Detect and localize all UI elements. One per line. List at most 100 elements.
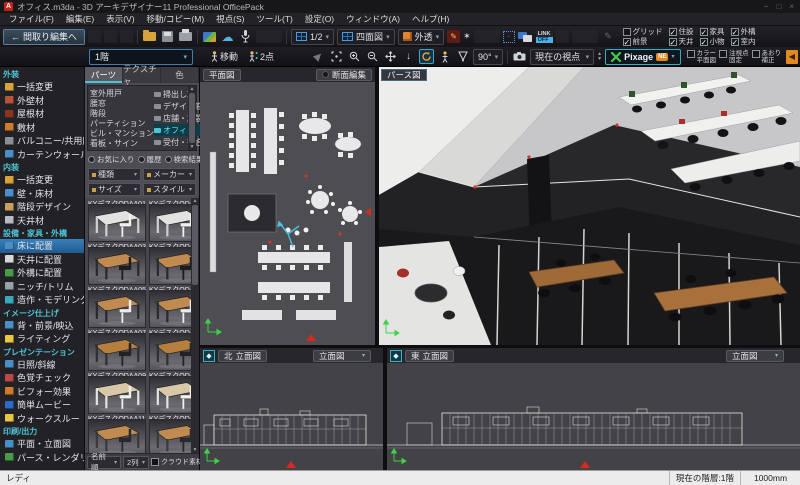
parts-tab[interactable]: テクスチャ (123, 67, 161, 83)
sidebar-item[interactable]: 屋根材 (0, 107, 84, 121)
cut-icon[interactable] (120, 30, 133, 43)
sidebar-item[interactable]: ニッチ/トリム (0, 280, 84, 294)
view-option-checkbox[interactable]: あおり補正 (752, 50, 782, 64)
layer-checkbox[interactable]: 住設 (669, 27, 694, 36)
region-select-icon[interactable]: · (503, 31, 515, 43)
menu-item[interactable]: 移動/コピー(M) (142, 13, 210, 25)
microphone-icon[interactable] (238, 29, 253, 44)
quad-view-dropdown[interactable]: 四面図▾ (337, 29, 395, 45)
sidebar-item[interactable]: 外構に配置 (0, 266, 84, 280)
sidebar-item[interactable]: 壁・床材 (0, 187, 84, 201)
sidebar-item[interactable]: 造作・モデリング (0, 293, 84, 307)
layer-checkbox[interactable]: 家具 (700, 27, 725, 36)
thumbnail-scrollbar[interactable]: ▲▼ (191, 198, 199, 453)
sidebar-item[interactable]: カーテンウォール (0, 148, 84, 162)
sidebar-item[interactable]: 外壁材 (0, 94, 84, 108)
parts-tab[interactable]: 色 (161, 67, 199, 83)
sidebar-item[interactable]: 床に配置 (0, 239, 84, 253)
layer-checkbox[interactable]: 外構 (731, 27, 756, 36)
filter-radio[interactable]: 検索結果 (165, 154, 204, 165)
view-spinner[interactable]: ▲▼ (597, 52, 602, 62)
menu-item[interactable]: ツール(T) (252, 13, 298, 25)
view-option-checkbox[interactable]: 注視点固定 (719, 50, 749, 64)
category-scrollbar[interactable]: ▲▼ (188, 86, 196, 150)
east-view-type-dropdown[interactable]: 立面図▾ (726, 350, 784, 362)
sidebar-item[interactable]: 階段デザイン (0, 200, 84, 214)
link-toggle[interactable]: LINK OFF (536, 31, 553, 43)
sidebar-item[interactable]: 一括変更 (0, 173, 84, 187)
layer-checkbox[interactable]: 前景 (623, 37, 663, 46)
move-mode-button[interactable]: 移動 (207, 49, 242, 65)
back-to-floorplan-button[interactable]: ← 間取り編集へ (3, 29, 85, 45)
collapse-panel-icon[interactable]: ◀ (786, 50, 798, 64)
parts-thumbnail[interactable]: KYデスクODAA01 (88, 199, 146, 242)
plan-viewport[interactable]: 平面図 断面編集 (200, 67, 375, 345)
parts-thumbnail[interactable]: KYデスクODAA03 (88, 242, 146, 285)
category-item[interactable]: 腰窓 (90, 98, 154, 108)
down-arrow-icon[interactable]: ↓ (401, 49, 416, 64)
menu-item[interactable]: 表示(V) (101, 13, 139, 25)
layer-checkbox[interactable]: 小物 (700, 37, 725, 46)
sidebar-item[interactable]: ビフォー効果 (0, 385, 84, 399)
page-select-dropdown[interactable]: 1/2▾ (291, 29, 334, 45)
pan-icon[interactable] (383, 49, 398, 64)
render-mode-dropdown[interactable]: 外透▾ (398, 29, 445, 45)
layer-checkbox[interactable]: 室内 (731, 37, 756, 46)
pixage-button[interactable]: Pixage NE ▾ (605, 49, 680, 65)
sidebar-item[interactable]: バルコニー/共用廊下 (0, 134, 84, 148)
layer-checkbox[interactable]: 天井 (669, 37, 694, 46)
menu-item[interactable]: 編集(E) (61, 13, 99, 25)
magic-wand-icon[interactable]: ✶ (463, 31, 471, 42)
image-export-icon[interactable] (202, 29, 217, 44)
menu-item[interactable]: 視点(S) (211, 13, 249, 25)
cloud-material-checkbox[interactable]: クラウド素材 (151, 457, 203, 467)
open-folder-icon[interactable] (142, 29, 157, 44)
category-item[interactable]: 階段 (90, 108, 154, 118)
maximize-icon[interactable]: □ (776, 2, 781, 11)
sidebar-item[interactable]: ウォークスルー (0, 412, 84, 426)
parts-thumbnail[interactable]: KYデスクODAA09 (88, 371, 146, 414)
sidebar-item[interactable]: 平面・立面図 (0, 437, 84, 451)
parts-filter-dropdown[interactable]: 種類▾ (88, 168, 141, 181)
category-item[interactable]: パーティション (90, 118, 154, 128)
east-elevation-canvas[interactable] (387, 363, 800, 470)
filter-radio[interactable]: お気に入り (88, 154, 135, 165)
menu-item[interactable]: ウィンドウ(A) (341, 13, 405, 25)
parts-filter-dropdown[interactable]: サイズ▾ (88, 183, 141, 196)
print-icon[interactable] (178, 29, 193, 44)
category-item[interactable]: 看板・サイン (90, 138, 154, 148)
sort-dropdown[interactable]: 名前順▾ (87, 456, 121, 469)
save-icon[interactable] (160, 29, 175, 44)
north-elevation-viewport[interactable]: ◆ 北立面図 立面図▾ (200, 348, 383, 470)
sidebar-item[interactable]: 天井に配置 (0, 253, 84, 267)
sidebar-item[interactable]: ライティング (0, 332, 84, 346)
sidebar-item[interactable]: 日照/斜線 (0, 358, 84, 372)
sidebar-item[interactable]: 色覚チェック (0, 371, 84, 385)
columns-dropdown[interactable]: 2列▾ (123, 456, 149, 469)
category-item[interactable]: 室外用戸 (90, 88, 154, 98)
parts-thumbnail[interactable]: KYデスクODAA07 (88, 328, 146, 371)
layer-checkbox[interactable]: グリッド (623, 27, 663, 36)
two-point-mode-button[interactable]: 2点 (245, 49, 278, 65)
fit-view-icon[interactable] (329, 49, 344, 64)
menu-item[interactable]: ヘルプ(H) (407, 13, 454, 25)
redo-icon[interactable] (104, 30, 117, 43)
compass-icon[interactable]: ◆ (203, 350, 215, 362)
parts-thumbnail[interactable]: KYデスクODAA11 (88, 414, 146, 453)
sidebar-item[interactable]: 簡単ムービー (0, 398, 84, 412)
parts-filter-dropdown[interactable]: メーカー▾ (143, 168, 196, 181)
east-elevation-viewport[interactable]: ◆ 東立面図 立面図▾ (387, 348, 800, 470)
angle-dropdown[interactable]: 90°▾ (473, 49, 503, 65)
north-elevation-canvas[interactable] (200, 363, 383, 470)
zoom-out-icon[interactable] (365, 49, 380, 64)
plan-canvas[interactable] (200, 82, 375, 345)
cloud-icon[interactable]: ☁ (220, 29, 235, 44)
current-view-dropdown[interactable]: 現在の視点▾ (530, 49, 594, 65)
minimize-icon[interactable]: − (764, 2, 769, 11)
category-item[interactable]: ビル・マンション (90, 128, 154, 138)
edit-pen-icon[interactable]: ✎ (447, 30, 460, 43)
menu-item[interactable]: 設定(O) (300, 13, 339, 25)
close-icon[interactable]: × (789, 2, 794, 11)
north-view-type-dropdown[interactable]: 立面図▾ (313, 350, 371, 362)
sidebar-item[interactable]: 敷材 (0, 121, 84, 135)
